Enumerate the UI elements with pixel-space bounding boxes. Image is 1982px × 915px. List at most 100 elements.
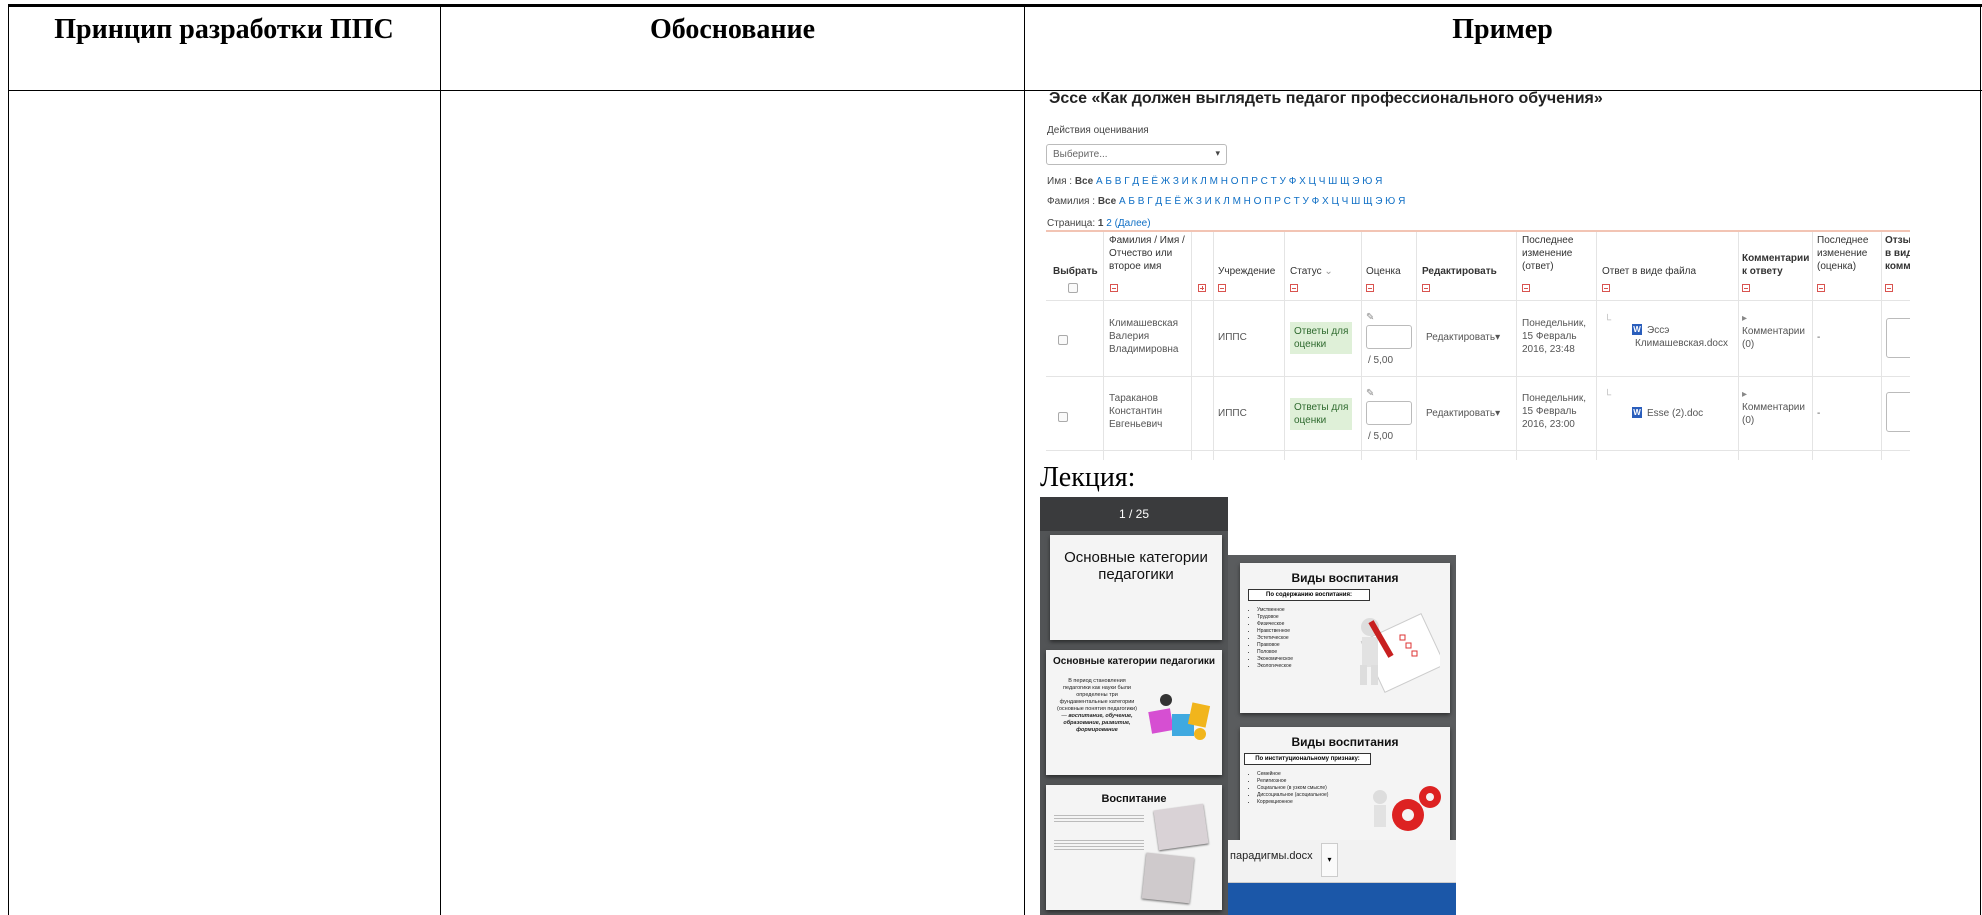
surname: Климашевская	[1109, 318, 1179, 329]
col-header-status[interactable]: Статус ⌄	[1290, 265, 1333, 278]
comments-line: (0)	[1742, 339, 1755, 350]
header-example: Пример	[1452, 14, 1553, 45]
slide-title: Воспитание	[1101, 793, 1167, 805]
edit-grade-icon[interactable]: ✎	[1366, 387, 1374, 400]
grading-actions-select[interactable]: Выберите... ▾	[1046, 144, 1227, 165]
status-line: оценки	[1294, 339, 1327, 350]
feedback-input[interactable]	[1886, 392, 1910, 432]
slide-list-item: Социальное (в узком смысле)	[1257, 785, 1328, 792]
slide-title: Виды воспитания	[1291, 735, 1399, 749]
collapse-icon[interactable]	[1742, 284, 1750, 292]
student-name[interactable]: Климашевская Валерия Владимировна	[1109, 317, 1178, 356]
status-line: оценки	[1294, 415, 1327, 426]
slide-list-item: Умственное	[1257, 607, 1293, 614]
submissions-table: Выбрать Фамилия / Имя / Отчество или вто…	[1046, 230, 1910, 460]
grading-actions-label: Действия оценивания	[1047, 125, 1149, 136]
name-filter-letters[interactable]: А Б В Г Д Е Ё Ж З И К Л М Н О П Р С Т У …	[1096, 176, 1382, 187]
col-sep	[1361, 232, 1362, 460]
col-header-edit: Редактировать	[1422, 266, 1497, 277]
grade-input[interactable]	[1366, 401, 1412, 425]
date-line: 2016, 23:48	[1522, 344, 1575, 355]
collapse-icon[interactable]	[1885, 284, 1893, 292]
slide-list: Семейное Религиозное Социальное (в узком…	[1248, 771, 1328, 806]
row-sep	[1046, 300, 1910, 301]
col-sep	[1738, 232, 1739, 460]
expand-icon[interactable]	[1198, 284, 1206, 292]
checklist-person-icon	[1360, 613, 1440, 693]
select-all-checkbox[interactable]	[1068, 283, 1078, 293]
col-header-name[interactable]: Фамилия / Имя / Отчество или второе имя	[1109, 234, 1189, 273]
slide-thumbnail[interactable]: Воспитание	[1046, 785, 1222, 910]
header-principle: Принцип разработки ППС	[54, 14, 394, 45]
edit-label: Редактировать	[1426, 408, 1496, 419]
first-name: Валерия	[1109, 331, 1150, 342]
pagination-label: Страница:	[1047, 218, 1096, 229]
row-checkbox[interactable]	[1058, 412, 1068, 422]
collapse-icon[interactable]	[1422, 284, 1430, 292]
word-doc-icon: W	[1632, 407, 1642, 418]
grade-max: / 5,00	[1368, 431, 1394, 442]
slide-thumbnail[interactable]: Виды воспитания По содержанию воспитания…	[1240, 563, 1450, 713]
status-line: Ответы для	[1294, 326, 1349, 337]
col-header-institution[interactable]: Учреждение	[1218, 265, 1275, 278]
file-name-line: Эссэ	[1647, 325, 1670, 336]
column-divider-2	[1024, 4, 1025, 915]
collapse-icon[interactable]	[1522, 284, 1530, 292]
comments-line: Комментарии	[1742, 402, 1805, 413]
grade-max: / 5,00	[1368, 355, 1394, 366]
student-name[interactable]: Тараканов Константин Евгеньевич	[1109, 392, 1162, 431]
feedback-input[interactable]	[1886, 318, 1910, 358]
slide-thumbnail[interactable]: Основные категории педагогики	[1050, 535, 1222, 640]
collapse-icon[interactable]	[1110, 284, 1118, 292]
expand-comments-icon[interactable]: ▸	[1742, 388, 1747, 401]
collapse-icon[interactable]	[1290, 284, 1298, 292]
surname-filter-label: Фамилия :	[1047, 196, 1096, 207]
surname-filter-all[interactable]: Все	[1098, 196, 1116, 207]
slide-list-item: Половое	[1257, 649, 1293, 656]
col-header-grade[interactable]: Оценка	[1366, 265, 1401, 278]
file-link[interactable]: Esse (2).doc	[1647, 407, 1703, 420]
status-badge: Ответы для оценки	[1290, 398, 1353, 430]
edit-grade-icon[interactable]: ✎	[1366, 311, 1374, 324]
file-link[interactable]: Эссэ Климашевская.docx	[1635, 324, 1728, 350]
pagination-page-2[interactable]: 2	[1106, 218, 1112, 229]
collapse-icon[interactable]	[1602, 284, 1610, 292]
col-header-file: Ответ в виде файла	[1602, 266, 1697, 277]
comments-line: (0)	[1742, 415, 1755, 426]
slide-emphasis: воспитание, обучение, образование, разви…	[1063, 713, 1133, 733]
slide-thumbnail[interactable]: Виды воспитания По институциональному пр…	[1240, 727, 1450, 847]
comments-link[interactable]: Комментарии (0)	[1742, 401, 1805, 427]
collapse-icon[interactable]	[1218, 284, 1226, 292]
date-line: 15 Февраль	[1522, 406, 1577, 417]
essay-title: Эссе «Как должен выглядеть педагог профе…	[1049, 90, 1603, 107]
col-header-grade-modified[interactable]: Последнее изменение (оценка)	[1817, 234, 1877, 273]
name-filter-all[interactable]: Все	[1075, 176, 1093, 187]
chevron-down-icon: ▾	[1215, 148, 1220, 158]
col-header-last-modified[interactable]: Последнее изменение (ответ)	[1522, 234, 1592, 273]
slide-list-item: Эстетическое	[1257, 635, 1293, 642]
tree-branch-icon: └	[1604, 315, 1612, 326]
slide-text: В период становления педагогики как наук…	[1054, 678, 1140, 734]
expand-comments-icon[interactable]: ▸	[1742, 312, 1747, 325]
name-filter-label: Имя :	[1047, 176, 1073, 187]
chevron-down-icon[interactable]: ▾	[1321, 843, 1338, 877]
date-line: 15 Февраль	[1522, 331, 1577, 342]
row-checkbox[interactable]	[1058, 335, 1068, 345]
pagination-next[interactable]: (Далее)	[1115, 218, 1151, 229]
collapse-icon[interactable]	[1817, 284, 1825, 292]
edit-dropdown[interactable]: Редактировать▾	[1426, 407, 1500, 420]
slide-thumbnail[interactable]: Основные категории педагогики В период с…	[1046, 650, 1222, 775]
grade-modified: -	[1817, 408, 1821, 419]
slide-box: По институциональному признаку:	[1244, 753, 1371, 765]
date-line: Понедельник,	[1522, 318, 1586, 329]
col-sep	[1103, 232, 1104, 460]
edit-dropdown[interactable]: Редактировать▾	[1426, 331, 1500, 344]
taskbar-file-name[interactable]: парадигмы.docx	[1230, 850, 1313, 862]
surname-filter-letters[interactable]: А Б В Г Д Е Ё Ж З И К Л М Н О П Р С Т У …	[1119, 196, 1405, 207]
collapse-icon[interactable]	[1366, 284, 1374, 292]
lecture-label: Лекция:	[1040, 462, 1136, 493]
comments-link[interactable]: Комментарии (0)	[1742, 325, 1805, 351]
slide-list-item: Трудовое	[1257, 614, 1293, 621]
col-sep	[1191, 232, 1192, 460]
grade-input[interactable]	[1366, 325, 1412, 349]
